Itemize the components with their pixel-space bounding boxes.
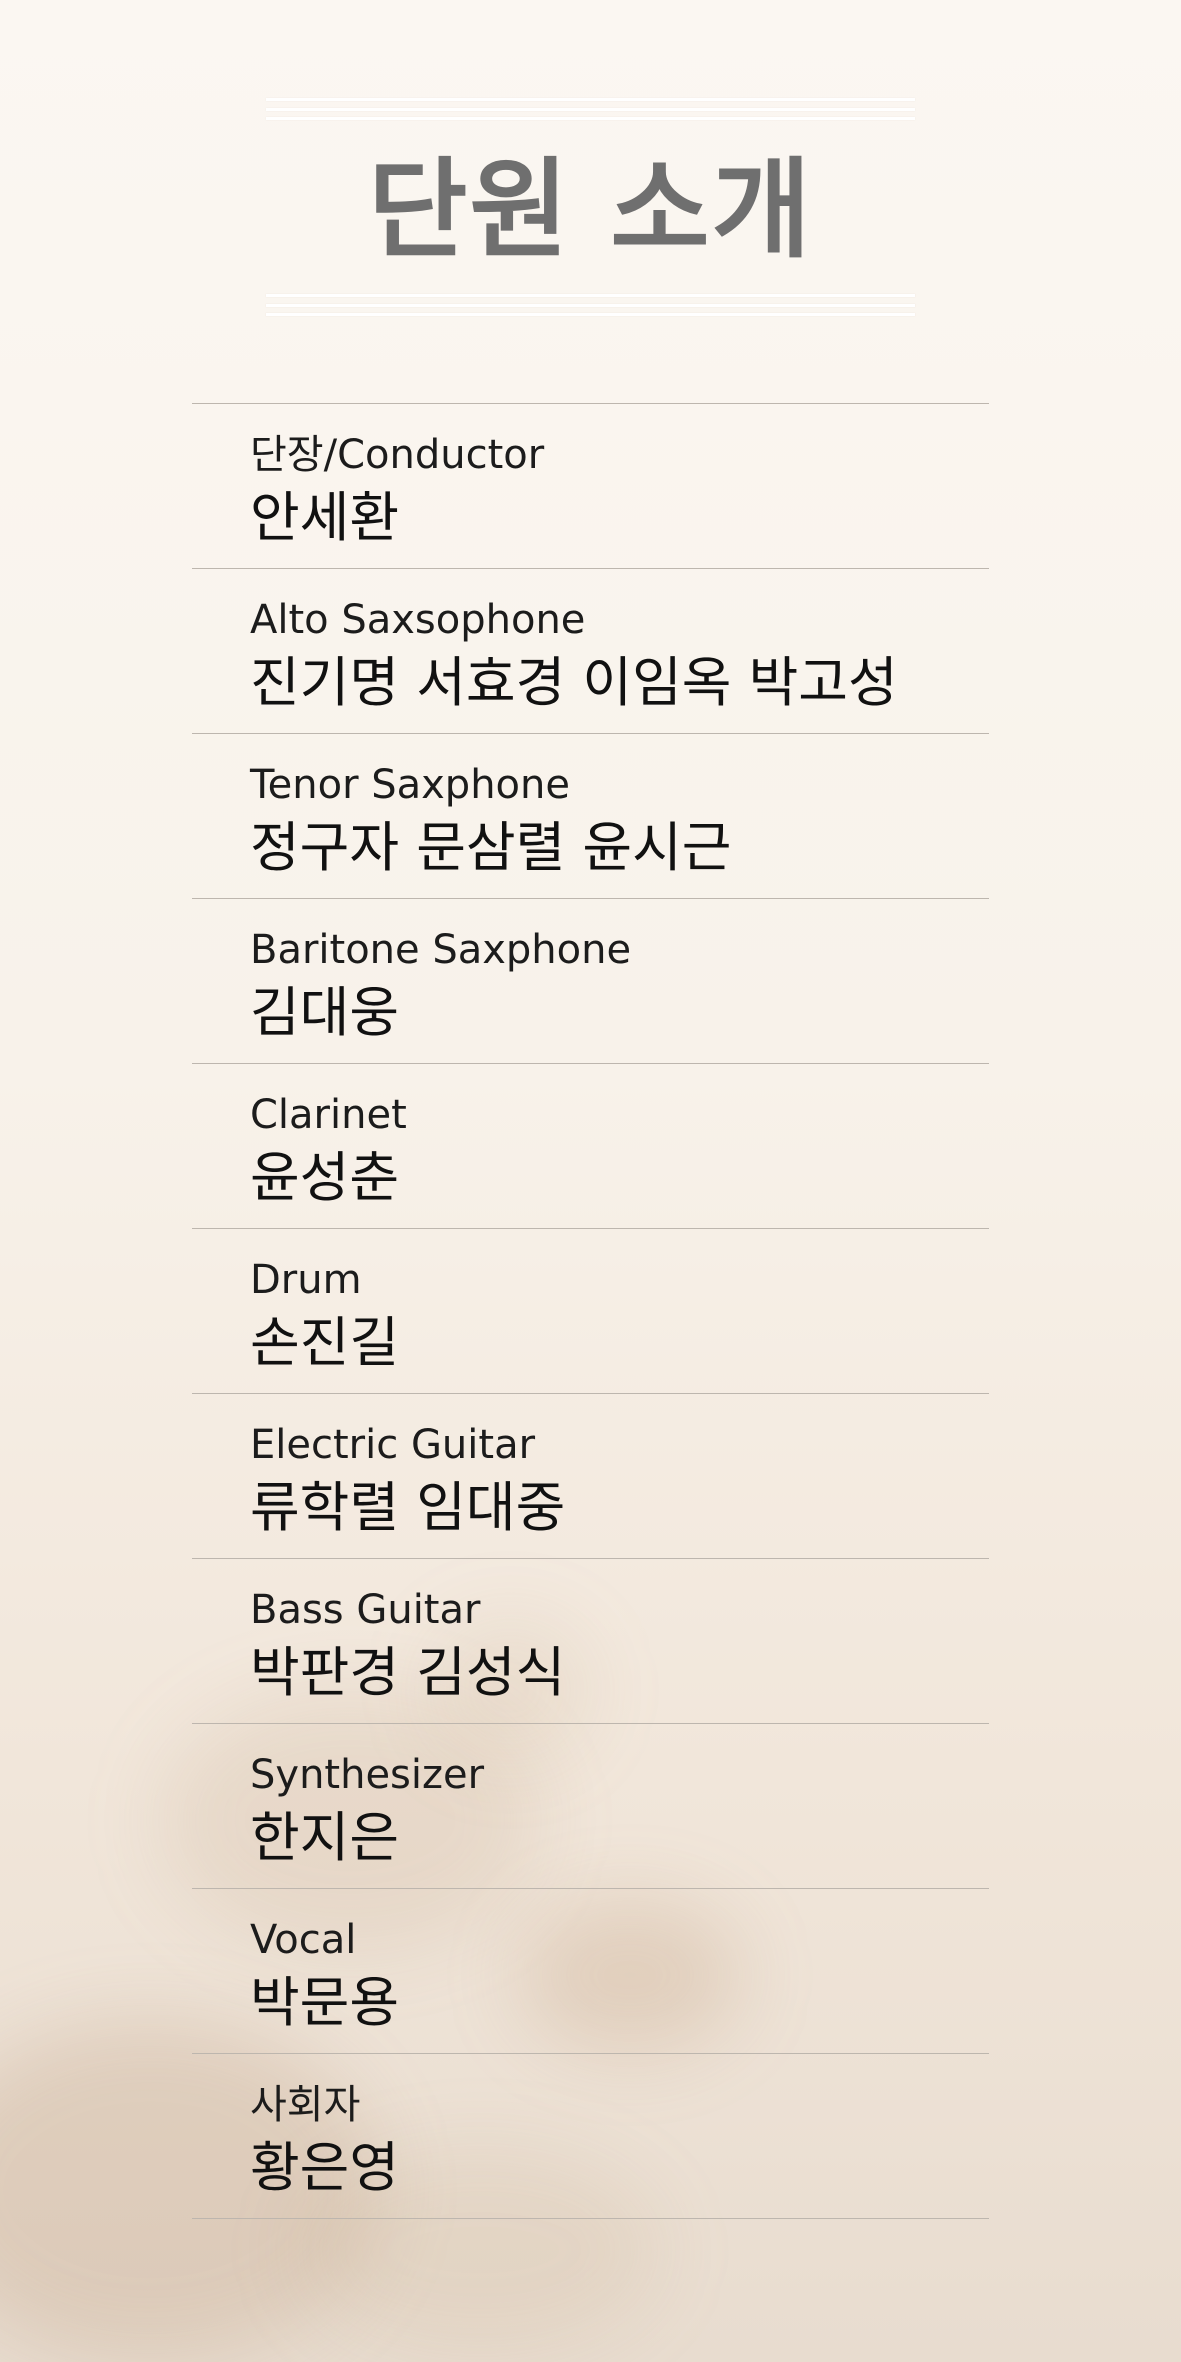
roster-item-bass-guitar: Bass Guitar 박판경 김성식 xyxy=(192,1559,989,1724)
title-line xyxy=(266,313,915,316)
title-line xyxy=(266,294,915,297)
member-names: 윤성춘 xyxy=(250,1146,400,1209)
roster-item-drum: Drum 손진길 xyxy=(192,1229,989,1394)
roster-item-synthesizer: Synthesizer 한지은 xyxy=(192,1724,989,1889)
member-names: 박판경 김성식 xyxy=(250,1641,566,1704)
role-label: Baritone Saxphone xyxy=(250,927,632,973)
roster-item-baritone-sax: Baritone Saxphone 김대웅 xyxy=(192,899,989,1064)
roster-item-mc: 사회자 황은영 xyxy=(192,2054,989,2219)
roster-item-conductor: 단장/Conductor 안세환 xyxy=(192,404,989,569)
role-label: Synthesizer xyxy=(250,1752,485,1798)
member-names: 류학렬 임대중 xyxy=(250,1476,566,1539)
page-title: 단원 소개 xyxy=(367,148,814,273)
role-label: 단장/Conductor xyxy=(250,432,545,478)
member-names: 박문용 xyxy=(250,1971,400,2034)
roster-item-electric-guitar: Electric Guitar 류학렬 임대중 xyxy=(192,1394,989,1559)
title-line xyxy=(266,117,915,120)
title-bottom-lines xyxy=(266,294,915,316)
role-label: Alto Saxsophone xyxy=(250,597,586,643)
member-names: 진기명 서효경 이임옥 박고성 xyxy=(250,651,898,714)
title-line xyxy=(266,107,915,111)
member-names: 안세환 xyxy=(250,486,400,549)
member-names: 김대웅 xyxy=(250,981,400,1044)
role-label: Tenor Saxphone xyxy=(250,762,570,808)
roster-item-vocal: Vocal 박문용 xyxy=(192,1889,989,2054)
member-names: 손진길 xyxy=(250,1311,400,1374)
member-names: 황은영 xyxy=(250,2136,400,2199)
role-label: Drum xyxy=(250,1257,362,1303)
page: 단원 소개 단장/Conductor 안세환 Alto Saxsophone 진… xyxy=(0,0,1181,2362)
title-top-lines xyxy=(266,98,915,120)
roster-item-clarinet: Clarinet 윤성춘 xyxy=(192,1064,989,1229)
member-names: 한지은 xyxy=(250,1806,400,1869)
role-label: Vocal xyxy=(250,1917,357,1963)
role-label: 사회자 xyxy=(250,2082,361,2128)
title-line xyxy=(266,98,915,101)
title-line xyxy=(266,303,915,307)
member-names: 정구자 문삼렬 윤시근 xyxy=(250,816,732,879)
roster-item-tenor-sax: Tenor Saxphone 정구자 문삼렬 윤시근 xyxy=(192,734,989,899)
member-roster: 단장/Conductor 안세환 Alto Saxsophone 진기명 서효경… xyxy=(192,403,989,2219)
role-label: Clarinet xyxy=(250,1092,407,1138)
title-block: 단원 소개 xyxy=(266,98,915,328)
roster-item-alto-sax: Alto Saxsophone 진기명 서효경 이임옥 박고성 xyxy=(192,569,989,734)
role-label: Electric Guitar xyxy=(250,1422,536,1468)
role-label: Bass Guitar xyxy=(250,1587,481,1633)
